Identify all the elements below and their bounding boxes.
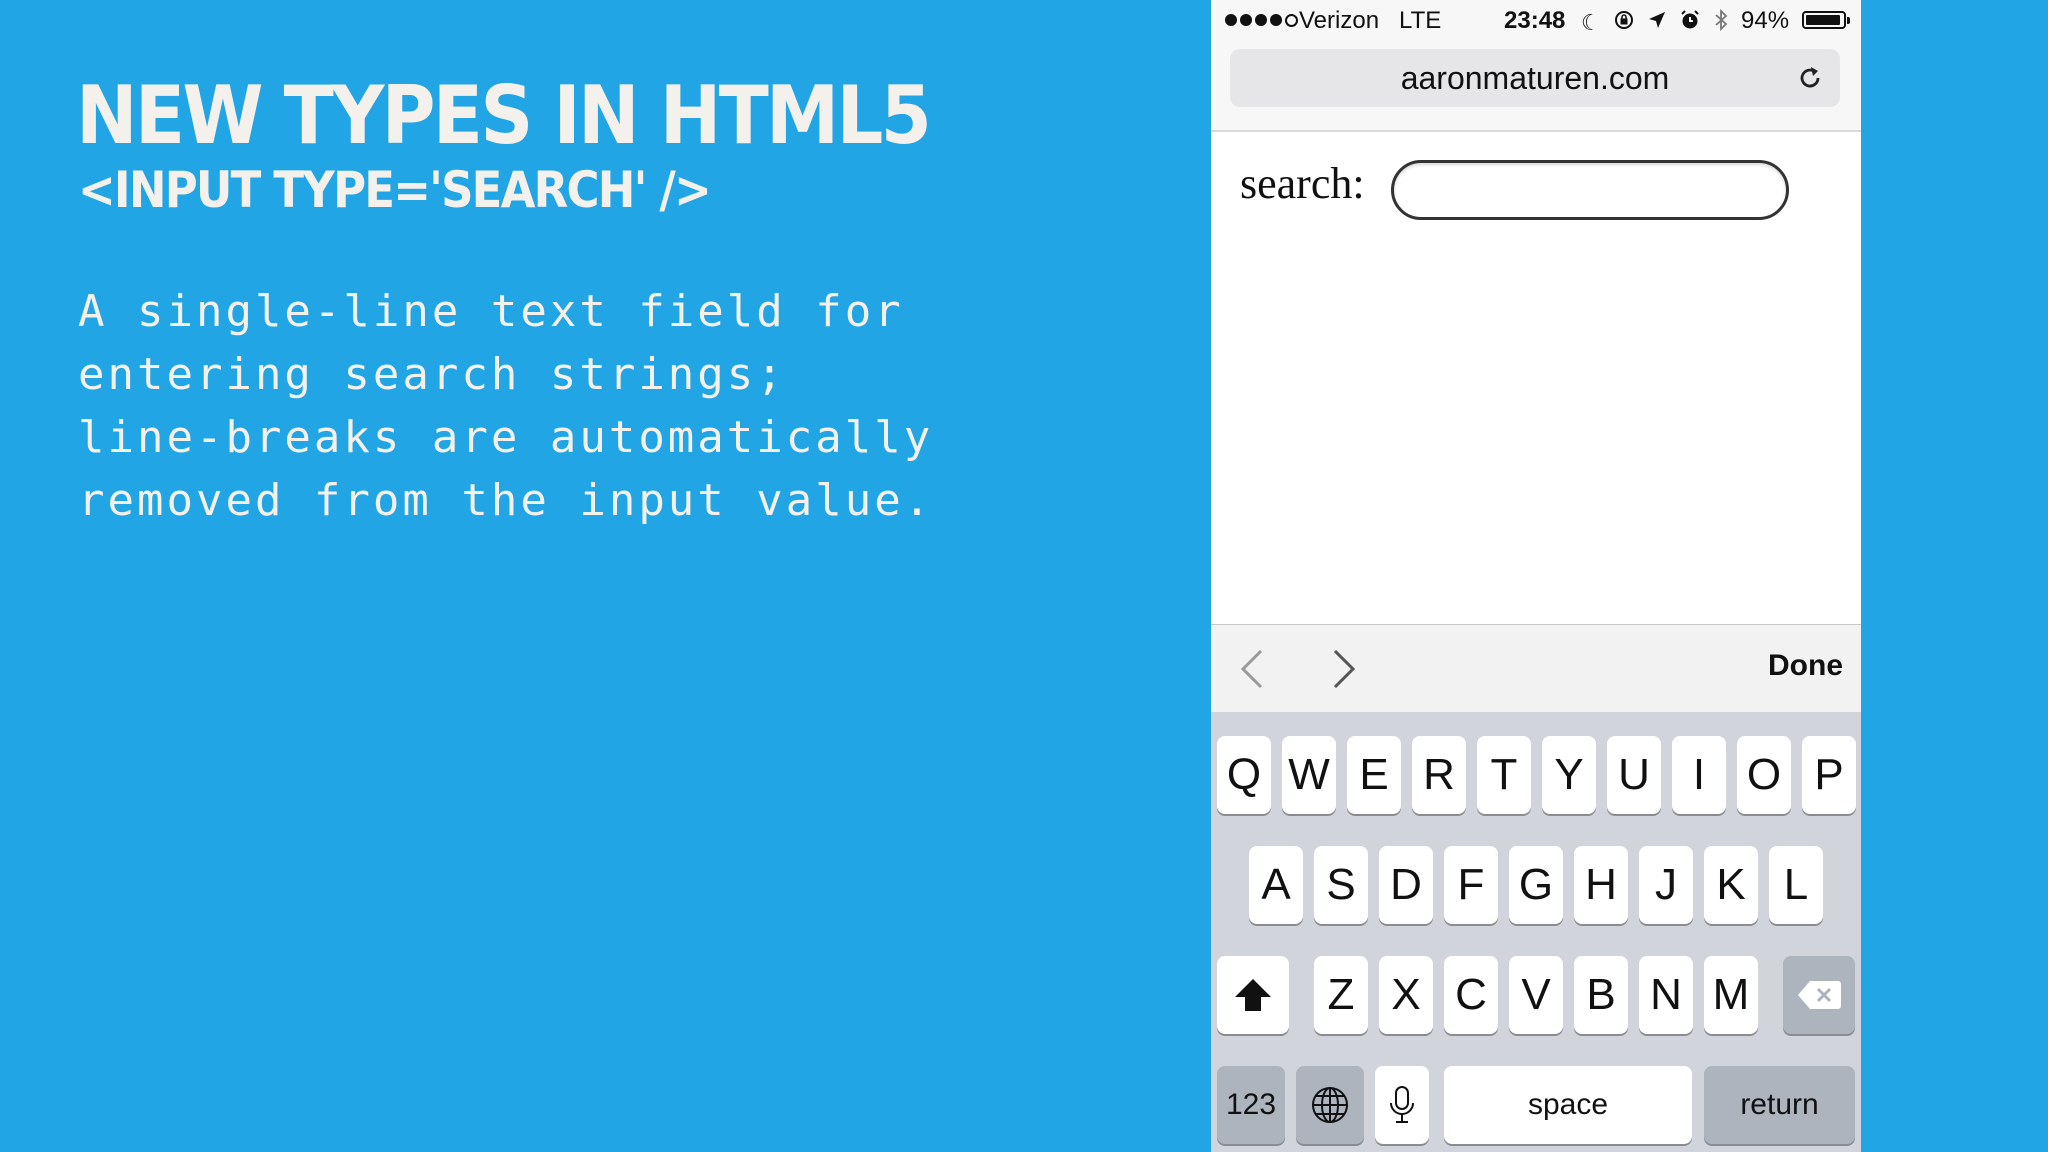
key[interactable]: N: [1639, 956, 1693, 1034]
description-line: A single-line text field for: [78, 286, 904, 337]
slide-title: NEW TYPES IN HTML5: [76, 69, 932, 162]
microphone-key[interactable]: [1375, 1066, 1429, 1144]
moon-icon: ☾: [1581, 9, 1601, 35]
alarm-icon: [1679, 9, 1701, 36]
key[interactable]: Y: [1542, 736, 1596, 814]
globe-icon: [1312, 1087, 1348, 1123]
key[interactable]: P: [1802, 736, 1856, 814]
key[interactable]: F: [1444, 846, 1498, 924]
key[interactable]: J: [1639, 846, 1693, 924]
carrier-name: Verizon: [1299, 7, 1380, 34]
key[interactable]: H: [1574, 846, 1628, 924]
key[interactable]: O: [1737, 736, 1791, 814]
keyboard-accessory-bar: Done: [1211, 624, 1861, 713]
network-type: LTE: [1399, 7, 1442, 34]
location-icon: [1647, 10, 1667, 35]
key[interactable]: V: [1509, 956, 1563, 1034]
status-bar: Verizon LTE 23:48 ☾ 94%: [1211, 0, 1861, 42]
phone-screen: Verizon LTE 23:48 ☾ 94% aaronmaturen.com: [1211, 0, 1861, 1152]
key[interactable]: K: [1704, 846, 1758, 924]
microphone-icon: [1390, 1086, 1414, 1123]
key[interactable]: D: [1379, 846, 1433, 924]
key[interactable]: T: [1477, 736, 1531, 814]
status-icons: ☾: [1581, 8, 1729, 37]
shift-key[interactable]: [1217, 956, 1289, 1034]
key[interactable]: I: [1672, 736, 1726, 814]
slide-subtitle: <INPUT TYPE='SEARCH' />: [78, 161, 712, 219]
address-bar[interactable]: aaronmaturen.com: [1230, 49, 1840, 107]
description-line: entering search strings;: [78, 349, 786, 400]
status-time: 23:48: [1504, 7, 1566, 34]
key[interactable]: Q: [1217, 736, 1271, 814]
battery-percentage: 94%: [1741, 7, 1790, 34]
key[interactable]: W: [1282, 736, 1336, 814]
key[interactable]: E: [1347, 736, 1401, 814]
battery-icon: [1802, 11, 1850, 29]
on-screen-keyboard: Q W E R T Y U I O P A S D F G H J K L Z …: [1211, 712, 1861, 1152]
chevron-left-icon[interactable]: [1233, 647, 1273, 691]
key[interactable]: C: [1444, 956, 1498, 1034]
globe-key[interactable]: [1296, 1066, 1364, 1144]
shift-icon: [1235, 979, 1271, 1011]
description-line: removed from the input value.: [78, 475, 934, 526]
search-input[interactable]: [1391, 160, 1789, 220]
key[interactable]: U: [1607, 736, 1661, 814]
rotation-lock-icon: [1613, 9, 1635, 36]
done-button[interactable]: Done: [1768, 649, 1843, 683]
web-page-content: search:: [1211, 132, 1861, 624]
key[interactable]: A: [1249, 846, 1303, 924]
search-label: search:: [1240, 159, 1365, 208]
chevron-right-icon[interactable]: [1323, 647, 1363, 691]
bluetooth-icon: [1713, 8, 1729, 37]
key[interactable]: Z: [1314, 956, 1368, 1034]
numbers-key[interactable]: 123: [1217, 1066, 1285, 1144]
key[interactable]: M: [1704, 956, 1758, 1034]
reload-icon[interactable]: [1794, 62, 1826, 94]
url-text[interactable]: aaronmaturen.com: [1230, 49, 1840, 107]
key[interactable]: X: [1379, 956, 1433, 1034]
space-key[interactable]: space: [1444, 1066, 1692, 1144]
key[interactable]: S: [1314, 846, 1368, 924]
backspace-icon: [1798, 981, 1841, 1009]
description-line: line-breaks are automatically: [78, 412, 934, 463]
return-key[interactable]: return: [1704, 1066, 1855, 1144]
key[interactable]: B: [1574, 956, 1628, 1034]
browser-toolbar: aaronmaturen.com: [1211, 42, 1861, 132]
backspace-key[interactable]: [1783, 956, 1855, 1034]
key[interactable]: L: [1769, 846, 1823, 924]
key[interactable]: G: [1509, 846, 1563, 924]
signal-strength-icon: [1225, 14, 1298, 27]
key[interactable]: R: [1412, 736, 1466, 814]
slide-description: A single-line text field for entering se…: [78, 280, 978, 532]
